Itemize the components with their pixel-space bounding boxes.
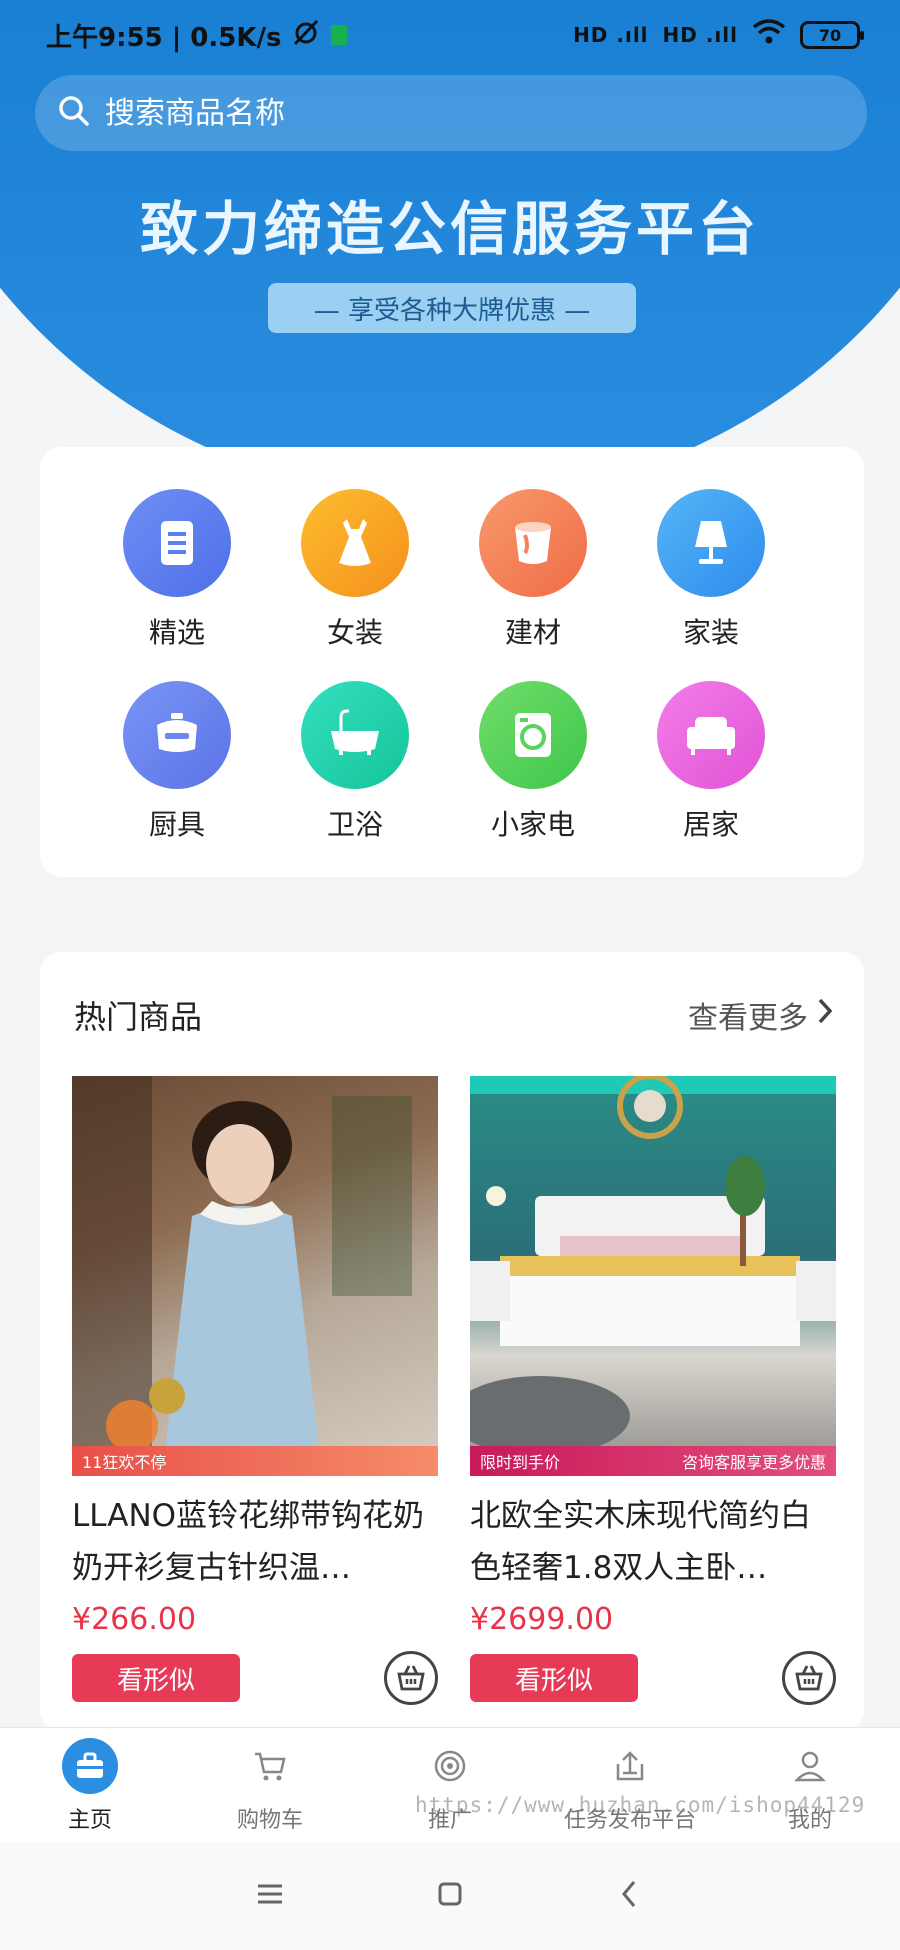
basket-icon[interactable] — [782, 1651, 836, 1705]
promo-tag: 限时到手价 咨询客服享更多优惠 — [470, 1446, 836, 1476]
category-card: 精选 女装 建材 家装 厨具 卫浴 小家电 居家 — [40, 447, 864, 877]
wifi-icon — [752, 18, 786, 53]
category-item-kitchen[interactable]: 厨具 — [88, 681, 266, 843]
sim-icon — [331, 25, 348, 45]
category-label: 家装 — [682, 616, 739, 649]
category-label: 卫浴 — [326, 808, 383, 841]
category-label: 女装 — [326, 616, 383, 649]
find-similar-button[interactable]: 看形似 — [72, 1654, 240, 1702]
find-similar-button[interactable]: 看形似 — [470, 1654, 638, 1702]
category-item-women[interactable]: 女装 — [266, 489, 444, 651]
alarm-off-icon — [291, 17, 321, 54]
lamp-icon — [657, 489, 765, 597]
paint-bucket-icon — [479, 489, 587, 597]
tab-mine[interactable]: 我的 — [725, 1738, 895, 1834]
woman-cardigan-photo[interactable]: 11狂欢不停 — [72, 1076, 438, 1476]
category-item-home[interactable]: 居家 — [622, 681, 800, 843]
category-grid: 精选 女装 建材 家装 厨具 卫浴 小家电 居家 — [88, 489, 816, 843]
status-time: 上午9:55 | 0.5K/s — [46, 22, 282, 53]
category-item-jingxuan[interactable]: 精选 — [88, 489, 266, 651]
bathtub-icon — [301, 681, 409, 789]
search-icon — [57, 94, 91, 132]
promo-tag: 11狂欢不停 — [72, 1446, 438, 1476]
category-item-bathroom[interactable]: 卫浴 — [266, 681, 444, 843]
battery-icon: 70 — [800, 21, 864, 49]
tab-label: 主页 — [67, 1808, 112, 1833]
category-label: 精选 — [148, 616, 205, 649]
product-price: ¥266.00 — [72, 1602, 197, 1637]
upload-icon — [602, 1738, 658, 1794]
basket-icon[interactable] — [384, 1651, 438, 1705]
cart-icon — [242, 1738, 298, 1794]
category-item-decoration[interactable]: 家装 — [622, 489, 800, 651]
signal-icon: HD .ıll — [573, 23, 649, 47]
target-icon — [422, 1738, 478, 1794]
product-card[interactable]: 11狂欢不停 LLANO蓝铃花绑带钩花奶奶开衫复古针织温… ¥266.00 看形… — [72, 1076, 438, 1705]
tab-task-platform[interactable]: 任务发布平台 — [545, 1738, 715, 1834]
back-icon[interactable] — [612, 1876, 648, 1916]
section-title: 热门商品 — [74, 998, 203, 1036]
white-bed-photo[interactable]: 限时到手价 咨询客服享更多优惠 — [470, 1076, 836, 1476]
hero-subtitle: — 享受各种大牌优惠 — — [268, 283, 636, 333]
tab-label: 购物车 — [236, 1808, 303, 1833]
menu-icon[interactable] — [252, 1876, 288, 1916]
signal-icon: HD .ıll — [662, 23, 738, 47]
bottom-tab-bar: 主页 购物车 推广 任务发布平台 我的 — [0, 1727, 900, 1842]
category-label: 居家 — [682, 808, 739, 841]
chevron-right-icon — [816, 997, 834, 1033]
tab-label: 推广 — [427, 1808, 472, 1833]
promo-tag-right: 咨询客服享更多优惠 — [681, 1453, 826, 1472]
user-icon — [782, 1738, 838, 1794]
product-name: LLANO蓝铃花绑带钩花奶奶开衫复古针织温… — [72, 1498, 425, 1586]
hot-products-section: 热门商品 查看更多 11狂欢不停 LLANO蓝铃花绑带钩花奶奶开衫复古针织温… … — [40, 952, 864, 1732]
view-more-link[interactable]: 查看更多 — [688, 993, 834, 1037]
product-price: ¥2699.00 — [470, 1602, 614, 1637]
product-name: 北欧全实木床现代简约白色轻奢1.8双人主卧… — [470, 1498, 811, 1586]
tab-label: 我的 — [787, 1808, 832, 1833]
briefcase-icon — [62, 1738, 118, 1794]
category-label: 建材 — [504, 616, 561, 649]
search-input[interactable] — [105, 95, 805, 131]
promo-tag-left: 限时到手价 — [480, 1453, 561, 1472]
home-square-icon[interactable] — [432, 1876, 468, 1916]
category-item-appliance[interactable]: 小家电 — [444, 681, 622, 843]
category-item-materials[interactable]: 建材 — [444, 489, 622, 651]
product-card[interactable]: 限时到手价 咨询客服享更多优惠 北欧全实木床现代简约白色轻奢1.8双人主卧… ¥… — [470, 1076, 836, 1705]
search-bar[interactable] — [35, 75, 867, 151]
tab-label: 任务发布平台 — [563, 1808, 696, 1833]
tab-home[interactable]: 主页 — [5, 1738, 175, 1834]
hero-title: 致力缔造公信服务平台 — [139, 195, 760, 263]
tab-promote[interactable]: 推广 — [365, 1738, 535, 1834]
dress-icon — [301, 489, 409, 597]
status-bar: 上午9:55 | 0.5K/s HD .ıll HD .ıll 70 — [0, 0, 900, 70]
list-icon — [123, 489, 231, 597]
rice-cooker-icon — [123, 681, 231, 789]
tab-cart[interactable]: 购物车 — [185, 1738, 355, 1834]
system-nav-bar — [0, 1842, 900, 1950]
washing-machine-icon — [479, 681, 587, 789]
category-label: 厨具 — [148, 808, 205, 841]
view-more-label: 查看更多 — [688, 1001, 808, 1036]
category-label: 小家电 — [490, 808, 575, 841]
sofa-icon — [657, 681, 765, 789]
